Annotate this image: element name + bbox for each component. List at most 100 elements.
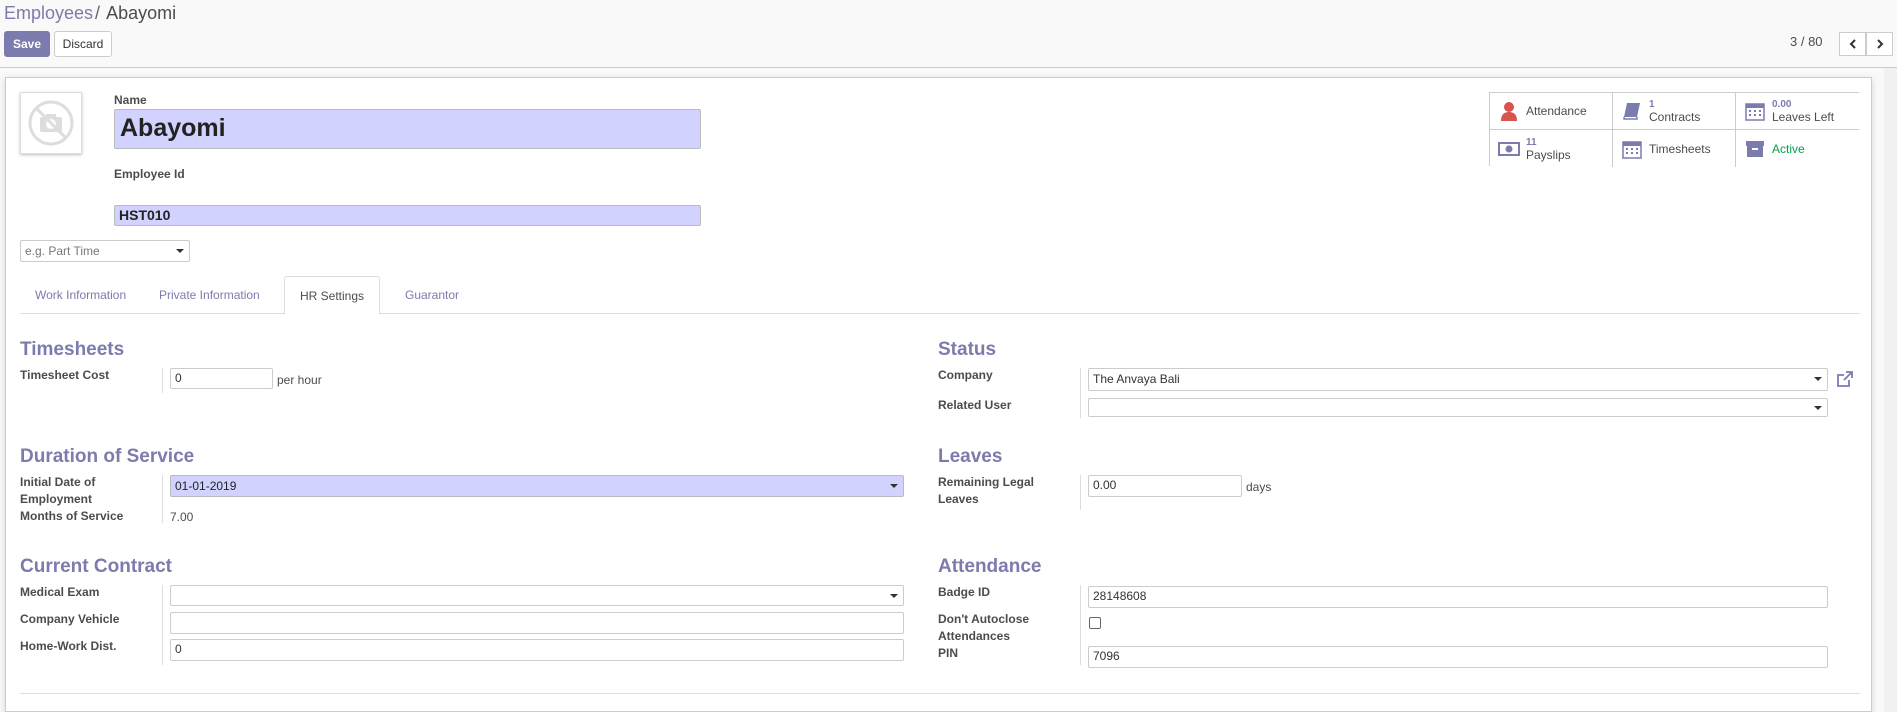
related-user-label: Related User xyxy=(938,398,1012,412)
duration-section-title: Duration of Service xyxy=(20,446,195,467)
badge-id-input[interactable]: 28148608 xyxy=(1088,586,1828,608)
leaves-section-title: Leaves xyxy=(938,446,1003,467)
breadcrumb: Employees / Abayomi xyxy=(4,3,176,24)
employee-category-select[interactable]: e.g. Part Time xyxy=(20,240,190,262)
attendance-smart-button[interactable]: Attendance xyxy=(1490,93,1613,130)
company-label: Company xyxy=(938,368,993,382)
company-vehicle-input[interactable] xyxy=(170,612,904,634)
remaining-leaves-label-line2: Leaves xyxy=(938,492,979,506)
tab-hr-settings[interactable]: HR Settings xyxy=(284,276,381,315)
field-divider xyxy=(162,368,163,393)
field-divider xyxy=(162,585,163,665)
timesheets-smart-button[interactable]: Timesheets xyxy=(1613,130,1736,167)
calendar-icon xyxy=(1744,100,1766,122)
employee-category-placeholder: e.g. Part Time xyxy=(25,244,100,258)
contracts-smart-button[interactable]: 1 Contracts xyxy=(1613,93,1736,130)
initial-date-label-line2: Employment xyxy=(20,492,93,506)
save-button[interactable]: Save xyxy=(4,31,50,57)
tab-private-information[interactable]: Private Information xyxy=(144,276,275,314)
timesheets-smart-label: Timesheets xyxy=(1649,141,1711,156)
breadcrumb-employees-link[interactable]: Employees xyxy=(4,3,93,23)
medical-exam-select[interactable] xyxy=(170,585,904,606)
home-work-distance-label: Home-Work Dist. xyxy=(20,639,117,653)
pager-value[interactable]: 3 / 80 xyxy=(1790,34,1823,49)
smart-buttons: Attendance 1 Contracts 0.00 Leaves Left xyxy=(1489,92,1859,167)
related-user-select[interactable] xyxy=(1088,398,1828,417)
payslips-smart-label: Payslips xyxy=(1526,147,1571,162)
dont-autoclose-label-line1: Don't Autoclose xyxy=(938,612,1030,626)
caret-down-icon xyxy=(176,249,184,253)
dont-autoclose-label: Don't Autoclose Attendances xyxy=(938,611,1029,645)
discard-button[interactable]: Discard xyxy=(54,31,112,57)
chevron-left-icon xyxy=(1849,39,1856,49)
active-smart-label: Active xyxy=(1772,141,1805,156)
payslips-count: 11 xyxy=(1526,136,1537,148)
sheet-divider xyxy=(20,693,1860,694)
payslips-smart-button[interactable]: 11 Payslips xyxy=(1490,130,1613,167)
pin-input[interactable]: 7096 xyxy=(1088,646,1828,668)
status-section-title: Status xyxy=(938,339,997,360)
initial-date-input[interactable]: 01-01-2019 xyxy=(170,475,904,497)
months-of-service-value: 7.00 xyxy=(170,510,194,524)
medical-exam-label: Medical Exam xyxy=(20,585,100,599)
caret-down-icon xyxy=(1814,406,1822,410)
archive-icon xyxy=(1744,138,1766,160)
no-photo-icon xyxy=(28,100,74,146)
active-toggle-button[interactable]: Active xyxy=(1736,130,1859,167)
attendance-section-title: Attendance xyxy=(938,556,1042,577)
chevron-right-icon xyxy=(1876,39,1883,49)
book-icon xyxy=(1621,100,1643,122)
timesheet-cost-input[interactable]: 0 xyxy=(170,368,273,389)
field-divider xyxy=(162,475,163,523)
page-scrollbar[interactable] xyxy=(1884,68,1897,712)
breadcrumb-separator: / xyxy=(95,3,101,23)
company-vehicle-label: Company Vehicle xyxy=(20,612,120,626)
employee-avatar[interactable] xyxy=(20,92,82,154)
remaining-leaves-label-line1: Remaining Legal xyxy=(938,475,1035,489)
pager-previous-button[interactable] xyxy=(1839,32,1866,56)
dont-autoclose-checkbox[interactable] xyxy=(1089,617,1101,629)
contracts-smart-label: Contracts xyxy=(1649,110,1701,124)
leaves-smart-label: Leaves Left xyxy=(1772,110,1835,124)
timesheet-cost-label: Timesheet Cost xyxy=(20,368,110,382)
tab-guarantor[interactable]: Guarantor xyxy=(390,276,474,314)
remaining-leaves-input[interactable]: 0.00 xyxy=(1088,475,1242,497)
money-icon xyxy=(1498,138,1520,160)
months-of-service-label: Months of Service xyxy=(20,509,124,523)
field-divider xyxy=(1080,475,1081,510)
notebook-tabs: Work Information Private Information HR … xyxy=(20,276,1860,315)
name-label: Name xyxy=(114,93,147,107)
initial-date-label-line1: Initial Date of xyxy=(20,475,96,489)
field-divider xyxy=(1080,585,1081,665)
home-work-distance-input[interactable]: 0 xyxy=(170,639,904,661)
company-select[interactable]: The Anvaya Bali xyxy=(1088,368,1828,391)
pin-label: PIN xyxy=(938,646,959,660)
field-divider xyxy=(1080,368,1081,418)
tab-work-information[interactable]: Work Information xyxy=(20,276,141,314)
employee-name-input[interactable]: Abayomi xyxy=(114,109,701,149)
employee-id-label: Employee Id xyxy=(114,167,185,181)
control-panel: Employees / Abayomi Save Discard 3 / 80 xyxy=(0,0,1897,68)
calendar-icon xyxy=(1621,138,1643,160)
breadcrumb-current: Abayomi xyxy=(106,3,177,23)
badge-id-label: Badge ID xyxy=(938,585,991,599)
dont-autoclose-label-line2: Attendances xyxy=(938,629,1011,643)
current-contract-section-title: Current Contract xyxy=(20,556,173,577)
external-link-icon[interactable] xyxy=(1836,370,1854,388)
caret-down-icon xyxy=(1814,377,1822,381)
timesheet-cost-unit: per hour xyxy=(277,373,322,387)
form-sheet: Name Abayomi Employee Id HST010 e.g. Par… xyxy=(5,77,1872,712)
company-select-value: The Anvaya Bali xyxy=(1093,372,1180,386)
remaining-leaves-label: Remaining Legal Leaves xyxy=(938,474,1034,508)
caret-down-icon xyxy=(890,594,898,598)
pager-next-button[interactable] xyxy=(1866,32,1893,56)
initial-date-value: 01-01-2019 xyxy=(175,479,237,493)
initial-date-label: Initial Date of Employment xyxy=(20,474,95,508)
employee-id-input[interactable]: HST010 xyxy=(114,205,701,226)
user-icon xyxy=(1498,100,1520,122)
timesheets-section-title: Timesheets xyxy=(20,339,125,360)
caret-down-icon xyxy=(890,484,898,488)
remaining-leaves-unit: days xyxy=(1246,480,1272,494)
attendance-smart-label: Attendance xyxy=(1526,104,1587,118)
leaves-smart-button[interactable]: 0.00 Leaves Left xyxy=(1736,93,1859,130)
